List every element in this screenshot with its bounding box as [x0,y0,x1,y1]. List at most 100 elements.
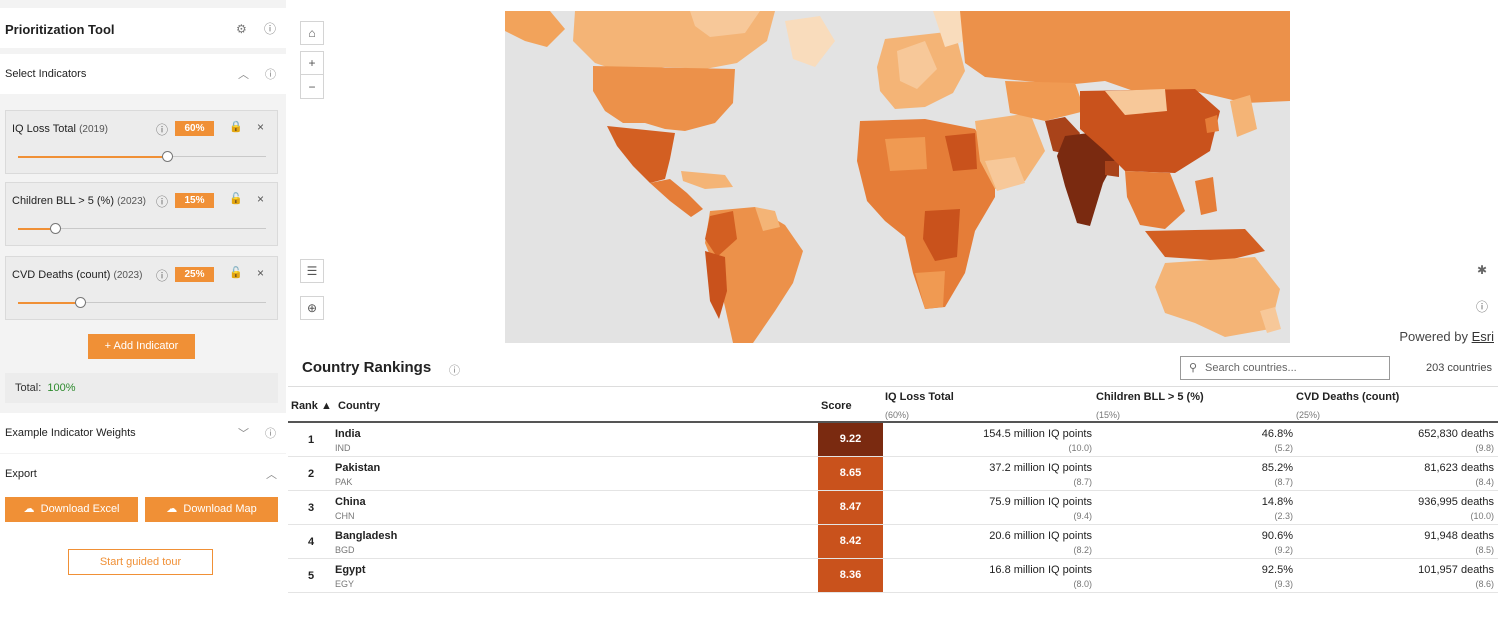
country-code: IND [335,443,351,453]
peru-region [705,251,727,319]
col-children-bll[interactable]: Children BLL > 5 (%) [1096,391,1204,403]
cvd-deaths-score: (8.4) [1475,477,1494,487]
close-icon[interactable]: × [257,192,264,206]
weight-slider[interactable] [18,297,266,308]
cvd-deaths-value: 81,623 deaths [1424,462,1494,474]
country-name: China [335,496,366,508]
info-icon[interactable]: ⓘ [156,121,168,138]
iq-loss-score: (8.2) [1073,545,1092,555]
indicator-weight-badge: 60% [175,121,214,136]
unlock-icon[interactable]: 🔓 [229,192,243,205]
sidebar: Prioritization Tool ⚙ ⓘ Select Indicator… [0,0,286,595]
caribbean-region [681,171,733,189]
info-icon[interactable]: ⓘ [265,66,276,82]
country-code: EGY [335,579,355,589]
world-map[interactable] [505,11,1290,343]
children-bll-score: (9.3) [1274,579,1293,589]
col-cvd-deaths-weight: (25%) [1296,410,1321,420]
list-icon: ☰ [306,264,318,278]
close-icon[interactable]: × [257,120,264,134]
col-rank[interactable]: Rank ▲ [291,400,332,412]
score-cell: 8.47 [818,491,883,524]
accessibility-button[interactable]: ⊕ [300,296,324,320]
rank-cell: 2 [308,468,315,480]
example-weights-section[interactable]: Example Indicator Weights ﹀ ⓘ [0,413,286,453]
close-icon[interactable]: × [257,266,264,280]
col-iq-loss-weight: (60%) [885,410,910,420]
slider-handle[interactable] [161,151,173,162]
greenland-region [785,16,835,67]
southeast-asia-region [1125,171,1185,229]
table-row[interactable]: 2 Pakistan PAK 8.65 37.2 million IQ points (8… [288,457,1498,491]
cvd-deaths-score: (10.0) [1470,511,1494,521]
export-section: Export ︿ [0,454,286,534]
indicator-card-iq-loss: IQ Loss Total (2019) ⓘ 60% 🔒 × [5,110,278,174]
country-code: CHN [335,511,355,521]
country-code: PAK [335,477,353,487]
powered-by-esri: Powered by Esri [1399,329,1494,344]
table-row[interactable]: 5 Egypt EGY 8.36 16.8 million IQ points (8.0)… [288,559,1498,593]
unlock-icon[interactable]: 🔓 [229,266,243,279]
usa-region [593,66,735,131]
search-box[interactable]: ⚲ [1180,356,1390,380]
legend-button[interactable]: ☰ [300,259,324,283]
iq-loss-score: (8.0) [1073,579,1092,589]
help-icon[interactable]: ⓘ [449,362,460,378]
col-iq-loss[interactable]: IQ Loss Total [885,391,954,403]
iq-loss-value: 16.8 million IQ points [989,564,1092,576]
gear-icon[interactable]: ⚙ [236,22,247,36]
weight-slider[interactable] [18,151,266,162]
table-row[interactable]: 4 Bangladesh BGD 8.42 20.6 million IQ points… [288,525,1498,559]
col-score[interactable]: Score [821,400,852,412]
add-indicator-button[interactable]: + Add Indicator [88,334,195,359]
slider-handle[interactable] [75,297,86,308]
chevron-up-icon[interactable]: ︿ [266,466,277,482]
children-bll-score: (8.7) [1274,477,1293,487]
help-icon[interactable]: ⓘ [264,22,276,36]
start-guided-tour-button[interactable]: Start guided tour [68,549,213,575]
download-excel-button[interactable]: ☁ Download Excel [5,497,138,522]
chevron-down-icon[interactable]: ﹀ [238,425,249,441]
slider-fill [18,155,167,158]
children-bll-score: (9.2) [1274,545,1293,555]
australia-region [1155,257,1280,337]
map-area[interactable]: ⌂ + − ☰ ⊕ ✱ ⓘ Powered by Esri [292,0,1506,345]
col-country[interactable]: Country [338,400,380,412]
info-icon[interactable]: ⓘ [156,193,168,210]
score-cell: 9.22 [818,423,883,456]
col-children-bll-weight: (15%) [1096,410,1121,420]
indicator-weight-badge: 25% [175,267,214,282]
search-input[interactable] [1205,360,1385,376]
bug-icon[interactable]: ✱ [1471,259,1493,281]
home-button[interactable]: ⌂ [300,21,324,45]
info-icon[interactable]: ⓘ [156,267,168,284]
info-icon[interactable]: ⓘ [1471,296,1493,318]
weight-slider[interactable] [18,223,266,234]
children-bll-value: 92.5% [1261,564,1293,576]
total-value: 100% [47,382,76,394]
indicator-name: Children BLL > 5 (%) (2023) [12,195,146,207]
sahara-region [885,137,927,171]
cvd-deaths-score: (8.6) [1475,579,1494,589]
iq-loss-score: (10.0) [1068,443,1092,453]
col-cvd-deaths[interactable]: CVD Deaths (count) [1296,391,1399,403]
download-map-button[interactable]: ☁ Download Map [145,497,278,522]
table-row[interactable]: 1 India IND 9.22 154.5 million IQ points (10.… [288,423,1498,457]
score-cell: 8.36 [818,559,883,592]
info-icon[interactable]: ⓘ [265,425,276,441]
zoom-in-button[interactable]: + [301,52,323,75]
home-icon: ⌂ [308,26,316,40]
children-bll-value: 85.2% [1261,462,1293,474]
app-title: Prioritization Tool [5,22,115,37]
lock-icon[interactable]: 🔒 [229,120,243,133]
select-indicators-section[interactable]: Select Indicators ︿ ⓘ [0,54,286,94]
esri-link[interactable]: Esri [1472,329,1494,344]
cvd-deaths-value: 652,830 deaths [1418,428,1494,440]
table-row[interactable]: 3 China CHN 8.47 75.9 million IQ points (9.4)… [288,491,1498,525]
search-icon: ⚲ [1189,362,1198,374]
zoom-out-button[interactable]: − [301,76,323,99]
chevron-up-icon[interactable]: ︿ [238,66,249,82]
slider-handle[interactable] [50,223,62,234]
children-bll-value: 14.8% [1261,496,1293,508]
indicator-name: CVD Deaths (count) (2023) [12,269,143,281]
